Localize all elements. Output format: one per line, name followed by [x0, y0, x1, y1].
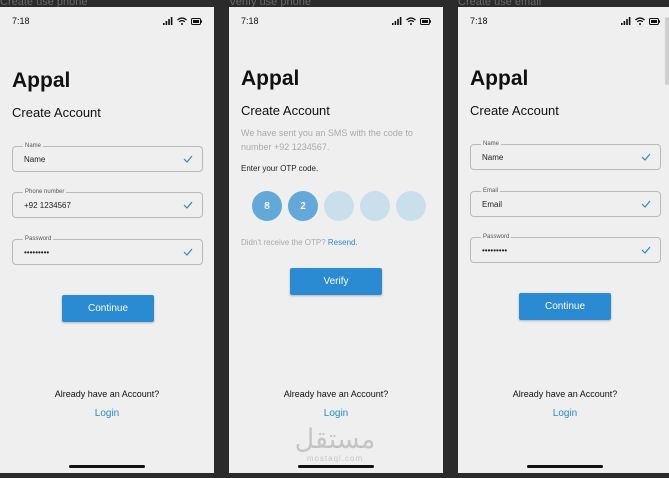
home-indicator[interactable] [527, 465, 603, 468]
battery-icon [191, 17, 202, 25]
status-bar: 7:18 [241, 15, 431, 27]
check-icon [183, 155, 193, 163]
wifi-icon [177, 17, 187, 25]
continue-button[interactable]: Continue [519, 293, 611, 320]
home-indicator[interactable] [298, 465, 374, 468]
sms-sent-description: We have sent you an SMS with the code to… [241, 128, 413, 152]
continue-button[interactable]: Continue [62, 295, 154, 322]
already-account-text: Already have an Account? [54, 389, 160, 399]
signal-icon [392, 17, 402, 25]
field-value: ••••••••• [24, 248, 50, 257]
login-link[interactable]: Login [0, 408, 214, 419]
check-icon [183, 248, 193, 256]
wifi-icon [635, 17, 645, 25]
status-time: 7:18 [241, 16, 259, 26]
field-label: Password [23, 235, 54, 243]
otp-digit-box[interactable] [360, 191, 390, 221]
login-link[interactable]: Login [458, 408, 669, 419]
otp-digit-box[interactable] [396, 191, 426, 221]
status-time: 7:18 [12, 16, 30, 26]
name-field[interactable]: Name Name [12, 142, 203, 172]
verify-button[interactable]: Verify [290, 268, 382, 295]
login-link[interactable]: Login [229, 408, 443, 419]
check-icon [641, 200, 651, 208]
field-label: Name [23, 142, 44, 150]
signal-icon [163, 17, 173, 25]
field-label: Password [481, 233, 512, 241]
phone-screen-create-phone: 7:18 Appal Create Account Name Name Phon… [0, 7, 214, 473]
watermark-arabic-text: مستقل [294, 424, 376, 455]
app-logo-text: Appal [12, 69, 71, 92]
page-title: Create Account [470, 103, 559, 118]
page-title: Create Account [241, 103, 330, 118]
check-icon [183, 201, 193, 209]
status-bar: 7:18 [470, 15, 660, 27]
already-account-text: Already have an Account? [512, 389, 618, 399]
wifi-icon [406, 17, 416, 25]
otp-digit-box[interactable] [324, 191, 354, 221]
already-account-text: Already have an Account? [283, 389, 389, 399]
app-logo-text: Appal [470, 67, 529, 90]
check-icon [641, 153, 651, 161]
field-label: Email [481, 187, 501, 195]
field-label: Name [481, 140, 502, 148]
name-field[interactable]: Name Name [470, 140, 661, 170]
field-value: Name [24, 155, 46, 164]
check-icon [641, 246, 651, 254]
scrollbar[interactable] [665, 17, 669, 85]
field-value: +92 1234567 [24, 201, 71, 210]
battery-icon [649, 17, 660, 25]
watermark-latin-text: mostaql.com [306, 454, 364, 463]
otp-input-group: 8 2 [252, 191, 426, 221]
password-field[interactable]: Password ••••••••• [470, 233, 661, 263]
status-bar: 7:18 [12, 15, 202, 27]
signal-icon [621, 17, 631, 25]
page-title: Create Account [12, 105, 101, 120]
app-logo-text: Appal [241, 67, 300, 90]
resend-prompt: Didn't receive the OTP? [241, 238, 328, 247]
resend-link[interactable]: Resend. [328, 238, 358, 247]
otp-digit-box[interactable]: 8 [252, 191, 282, 221]
field-value: Name [482, 153, 504, 162]
field-value: ••••••••• [482, 246, 508, 255]
status-time: 7:18 [470, 16, 488, 26]
password-field[interactable]: Password ••••••••• [12, 235, 203, 265]
phone-number-field[interactable]: Phone number +92 1234567 [12, 188, 203, 218]
otp-label: Enter your OTP code. [241, 164, 319, 173]
phone-screen-create-email: 7:18 Appal Create Account Name Name Emai… [458, 7, 669, 473]
otp-digit-box[interactable]: 2 [288, 191, 318, 221]
field-value: Email [482, 200, 503, 209]
email-field[interactable]: Email Email [470, 187, 661, 217]
field-label: Phone number [23, 188, 67, 196]
phone-screen-verify-phone: 7:18 Appal Create Account We have sent y… [229, 7, 443, 473]
home-indicator[interactable] [69, 465, 145, 468]
mostaql-watermark: مستقل mostaql.com [282, 424, 388, 464]
battery-icon [420, 17, 431, 25]
resend-line: Didn't receive the OTP? Resend. [241, 238, 358, 247]
